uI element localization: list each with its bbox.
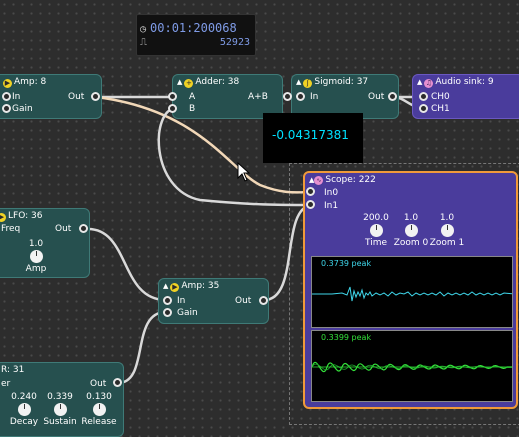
play-icon: ▶ [3,79,12,88]
value-tooltip: -0.04317381 [263,113,363,163]
port-label-in: In [177,296,186,306]
port-label-in: In [310,92,319,102]
port-label-ch0: CH0 [431,92,450,102]
knob-dial[interactable] [53,403,67,416]
mouse-cursor-icon [237,162,251,182]
port-label-out: Out [90,379,107,389]
knob-dial[interactable] [440,224,454,237]
trace-0-peak: 0.3739 peak [321,259,372,268]
port-adder-b[interactable] [168,104,177,113]
node-amp-8[interactable]: ▶ Amp: 8 In Gain Out [0,74,102,119]
knob-time[interactable]: 200.0 Time [361,213,391,248]
pulse-icon: ⎍ [140,37,147,48]
port-amp35-out[interactable] [259,296,268,305]
port-amp35-in[interactable] [163,296,172,305]
port-label-ch1: CH1 [431,104,450,114]
timer-count: 52923 [219,37,250,48]
node-title: ▲ + Adder: 38 [177,77,240,88]
patch-canvas[interactable]: ◷ 00:01:200068 ⎍ 52923 ▶ Amp: 8 In Gain Out… [0,0,519,437]
port-label-trigger: er [1,379,11,389]
knob-dial[interactable] [404,224,418,237]
port-lfo-out[interactable] [79,224,88,233]
port-audio-ch1[interactable] [419,104,428,113]
node-title: ▲ ♫ Audio sink: 9 [417,77,494,88]
port-label-freq: Freq [1,224,21,234]
play-icon: ▶ [0,213,6,222]
port-label-a: A [189,92,196,102]
port-scope-in0[interactable] [306,187,315,196]
sigmoid-icon: ʃ [303,79,313,88]
knob-release[interactable]: 0.130 Release [79,392,119,427]
port-label-b: B [189,104,196,114]
node-title: R: 31 [1,365,25,375]
port-adsr-out[interactable] [113,378,122,387]
node-title: ▶ LFO: 36 [0,211,42,222]
knob-dial[interactable] [29,250,43,263]
node-audio-sink-9[interactable]: ▲ ♫ Audio sink: 9 CH0 CH1 [412,74,519,119]
port-amp8-out[interactable] [91,92,100,101]
port-label-sum: A+B [248,92,268,102]
plus-icon: + [184,79,194,88]
port-audio-ch0[interactable] [419,92,428,101]
clock-icon: ◷ [140,24,147,35]
port-amp8-in[interactable] [2,92,11,101]
port-label-gain: Gain [177,308,198,318]
node-title: ▲ ▶ Amp: 35 [163,281,220,292]
speaker-icon: ♫ [424,79,434,88]
knob-dial[interactable] [92,403,106,416]
port-sigmoid-in[interactable] [296,92,305,101]
port-label-gain: Gain [12,104,33,114]
port-amp35-gain[interactable] [163,308,172,317]
timer-time: 00:01:200068 [150,21,237,35]
port-sigmoid-out[interactable] [388,92,397,101]
port-label-in0: In0 [324,188,339,198]
port-label-in: In [12,92,21,102]
knob-decay[interactable]: 0.240 Decay [7,392,41,427]
scope-trace-1: 0.3399 peak [311,330,513,402]
trace-0-line [312,286,512,302]
port-adder-a[interactable] [168,92,177,101]
scope-icon: ∿ [314,176,324,185]
port-adder-out[interactable] [283,92,292,101]
wire-lfo-amp35 [87,227,167,302]
port-amp8-gain[interactable] [2,104,11,113]
node-title: ▶ Amp: 8 [3,77,47,88]
port-scope-in1[interactable] [306,200,315,209]
knob-sustain[interactable]: 0.339 Sustain [41,392,79,427]
port-label-out: Out [368,92,385,102]
transport-timer: ◷ 00:01:200068 ⎍ 52923 [136,14,256,56]
node-title: ▲ ∿ Scope: 222 [309,175,376,185]
port-label-out: Out [68,92,85,102]
knob-zoom-1[interactable]: 1.0 Zoom 1 [429,213,465,248]
knob-zoom-0[interactable]: 1.0 Zoom 0 [393,213,429,248]
scope-trace-0: 0.3739 peak [311,256,513,328]
knob-dial[interactable] [17,403,31,416]
node-scope-222[interactable]: ▲ ∿ Scope: 222 In0 In1 200.0 Time 1.0 Zoom… [303,171,518,409]
node-amp-35[interactable]: ▲ ▶ Amp: 35 In Gain Out [158,278,269,324]
wire-adsr-amp35-gain [117,310,167,385]
port-label-out: Out [235,296,252,306]
node-lfo-36[interactable]: ▶ LFO: 36 Freq Out 1.0 Amp [0,208,90,278]
node-adsr-31[interactable]: R: 31 er Out 0.240 Decay 0.339 Sustain 0… [0,362,124,437]
knob-amp[interactable]: 1.0 Amp [23,239,49,274]
trace-1-peak: 0.3399 peak [321,333,372,342]
port-label-out: Out [55,224,72,234]
port-label-in1: In1 [324,201,339,211]
node-title: ▲ ʃ Sigmoid: 37 [296,77,369,88]
knob-dial[interactable] [369,224,383,237]
play-icon: ▶ [170,283,180,292]
